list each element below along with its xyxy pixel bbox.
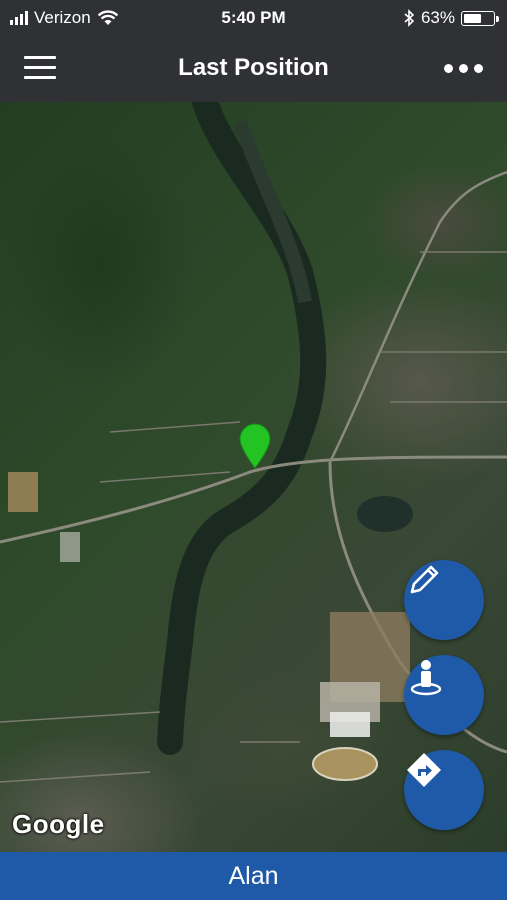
- status-right: 63%: [403, 8, 499, 28]
- bluetooth-icon: [404, 9, 415, 27]
- device-name-bar[interactable]: Alan: [0, 852, 507, 900]
- battery-percent: 63%: [420, 8, 455, 27]
- location-marker-icon[interactable]: [238, 423, 272, 469]
- map-features: [0, 102, 507, 783]
- google-attribution: Google: [12, 809, 105, 839]
- nav-bar: Last Position: [0, 36, 507, 102]
- battery-icon: [461, 10, 499, 26]
- page-title: Last Position: [178, 54, 329, 81]
- edit-button[interactable]: [404, 560, 484, 640]
- status-bar: Verizon 5:40 PM 63%: [0, 0, 507, 36]
- satellite-map[interactable]: Google: [0, 102, 507, 852]
- directions-icon: [407, 753, 441, 787]
- edit-icon: [410, 565, 439, 594]
- directions-button[interactable]: [404, 750, 484, 830]
- more-icon[interactable]: [444, 64, 483, 73]
- street-view-button[interactable]: [404, 655, 484, 735]
- street-view-icon: [410, 660, 442, 696]
